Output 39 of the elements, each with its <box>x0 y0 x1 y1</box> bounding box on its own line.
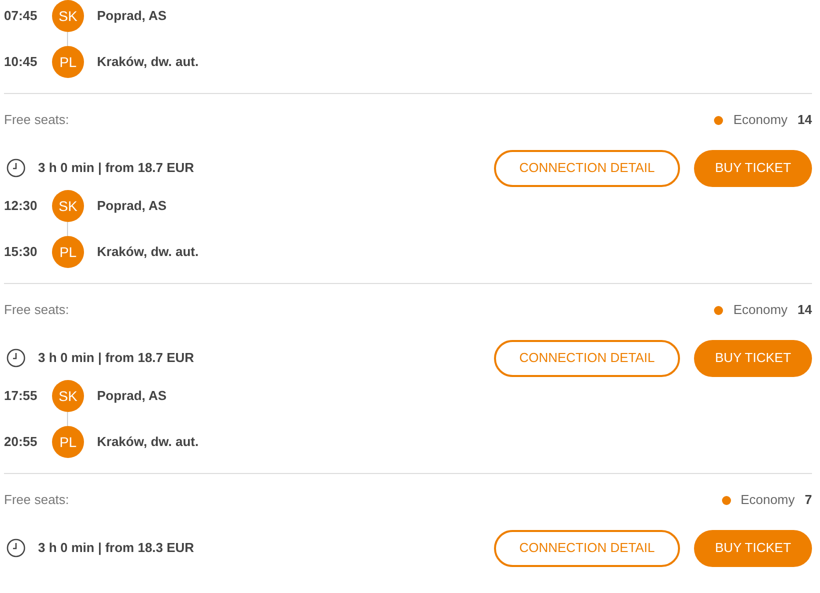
free-seats-label: Free seats: <box>4 301 70 320</box>
duration-price: 3 h 0 min | from 18.3 EUR <box>38 539 194 558</box>
buy-ticket-button[interactable]: BUY TICKET <box>694 150 812 186</box>
connection-detail-button[interactable]: CONNECTION DETAIL <box>494 530 680 566</box>
station-name: Kraków, dw. aut. <box>97 53 199 72</box>
station-name: Poprad, AS <box>97 387 167 406</box>
seat-count: 14 <box>798 301 812 320</box>
seat-class: Economy <box>733 111 788 130</box>
seat-count: 7 <box>804 491 812 510</box>
station-name: Poprad, AS <box>97 197 167 216</box>
connection-detail-button[interactable]: CONNECTION DETAIL <box>494 340 680 376</box>
country-badge: PL <box>52 426 84 458</box>
buy-ticket-button[interactable]: BUY TICKET <box>694 340 812 376</box>
seat-class: Economy <box>740 491 795 510</box>
departure-time: 12:30 <box>4 197 38 216</box>
connection-detail-button[interactable]: CONNECTION DETAIL <box>494 150 680 186</box>
clock-icon <box>6 538 26 558</box>
clock-icon <box>6 348 26 368</box>
station-name: Kraków, dw. aut. <box>97 433 199 452</box>
departure-time: 17:55 <box>4 387 38 406</box>
country-badge: PL <box>52 236 84 268</box>
clock-icon <box>6 158 26 178</box>
country-badge: SK <box>52 190 84 222</box>
station-name: Kraków, dw. aut. <box>97 243 199 262</box>
country-badge: PL <box>52 46 84 78</box>
country-badge: SK <box>52 0 84 32</box>
departure-time: 20:55 <box>4 433 38 452</box>
free-seats-label: Free seats: <box>4 491 70 510</box>
buy-ticket-button[interactable]: BUY TICKET <box>694 530 812 566</box>
country-badge: SK <box>52 380 84 412</box>
departure-time: 07:45 <box>4 7 38 26</box>
departure-time: 15:30 <box>4 243 38 262</box>
duration-price: 3 h 0 min | from 18.7 EUR <box>38 159 194 178</box>
seat-count: 14 <box>798 111 812 130</box>
departure-time: 10:45 <box>4 53 38 72</box>
duration-price: 3 h 0 min | from 18.7 EUR <box>38 349 194 368</box>
station-name: Poprad, AS <box>97 7 167 26</box>
free-seats-label: Free seats: <box>4 111 70 130</box>
seat-class: Economy <box>733 301 788 320</box>
